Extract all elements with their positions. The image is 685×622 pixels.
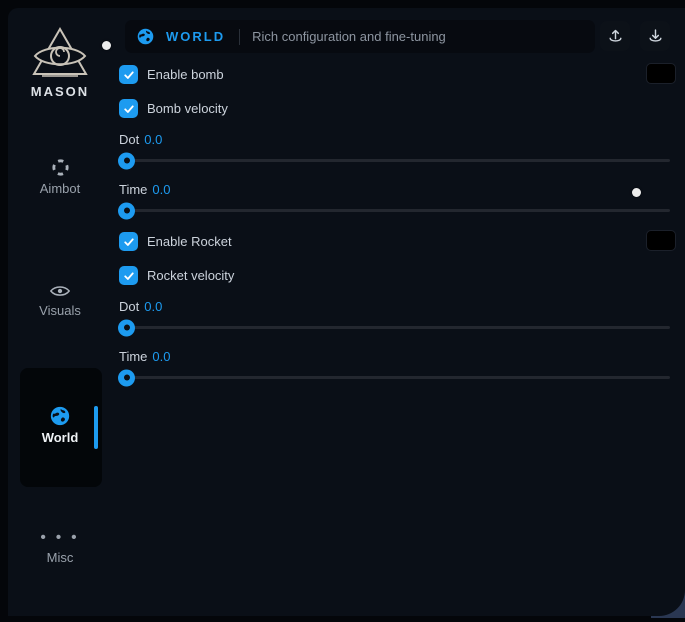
slider-row: Dot 0.0 — [119, 299, 676, 314]
upload-icon — [607, 28, 624, 45]
rocket-velocity-checkbox[interactable] — [119, 266, 138, 285]
slider-value: 0.0 — [144, 299, 162, 314]
slider-name: Time — [119, 349, 147, 364]
slider-name: Dot — [119, 132, 139, 147]
menu-panel: MASON Aimbot Visuals World — [8, 8, 685, 616]
globe-icon — [50, 406, 70, 426]
download-config-button[interactable] — [640, 21, 670, 51]
sidebar-item-label: Misc — [8, 550, 112, 565]
cursor-dot — [632, 188, 641, 197]
slider-name: Dot — [119, 299, 139, 314]
checkbox-label: Rocket velocity — [147, 268, 234, 283]
enable-rocket-checkbox[interactable] — [119, 232, 138, 251]
slider-label: Dot 0.0 — [119, 299, 676, 314]
section-header: WORLD Rich configuration and fine-tuning — [125, 20, 595, 53]
app-window: MASON Aimbot Visuals World — [0, 0, 685, 622]
slider-handle[interactable] — [118, 319, 135, 336]
slider-row: Dot 0.0 — [119, 132, 676, 147]
checkbox-row: Rocket velocity — [119, 266, 676, 285]
slider-value: 0.0 — [144, 132, 162, 147]
globe-icon — [137, 28, 154, 45]
sidebar-item-label: Visuals — [8, 303, 112, 318]
brand-name: MASON — [8, 84, 112, 99]
slider-name: Time — [119, 182, 147, 197]
cursor-dot — [102, 41, 111, 50]
sidebar-item-label: Aimbot — [8, 181, 112, 196]
checkbox-row: Enable bomb — [119, 65, 676, 84]
enable-bomb-checkbox[interactable] — [119, 65, 138, 84]
slider-value: 0.0 — [152, 349, 170, 364]
slider-label: Time 0.0 — [119, 182, 676, 197]
check-icon — [123, 236, 135, 248]
section-title: WORLD — [166, 29, 225, 44]
sidebar-item-aimbot[interactable]: Aimbot — [8, 158, 112, 196]
slider-handle[interactable] — [118, 202, 135, 219]
masonic-eye-triangle-icon — [30, 26, 90, 80]
rocket-color-swatch[interactable] — [646, 230, 676, 251]
header-divider — [239, 29, 240, 45]
check-icon — [123, 103, 135, 115]
sidebar-item-world[interactable]: World — [8, 406, 112, 445]
slider-row: Time 0.0 — [119, 349, 676, 364]
checkbox-label: Enable Rocket — [147, 234, 232, 249]
bomb-dot-slider-track[interactable] — [119, 159, 670, 162]
bomb-velocity-checkbox[interactable] — [119, 99, 138, 118]
eye-icon — [50, 283, 70, 299]
ellipsis-icon: • • • — [8, 533, 112, 543]
slider-label: Dot 0.0 — [119, 132, 676, 147]
slider-handle[interactable] — [118, 152, 135, 169]
rocket-dot-slider-track[interactable] — [119, 326, 670, 329]
checkbox-row: Bomb velocity — [119, 99, 676, 118]
sidebar-item-label: World — [8, 430, 112, 445]
slider-label: Time 0.0 — [119, 349, 676, 364]
checkbox-label: Enable bomb — [147, 67, 224, 82]
sidebar-item-visuals[interactable]: Visuals — [8, 283, 112, 318]
section-subtitle: Rich configuration and fine-tuning — [252, 29, 446, 44]
check-icon — [123, 270, 135, 282]
crosshair-icon — [51, 158, 70, 177]
slider-handle[interactable] — [118, 369, 135, 386]
sidebar-item-misc[interactable]: • • • Misc — [8, 533, 112, 565]
checkbox-label: Bomb velocity — [147, 101, 228, 116]
slider-row: Time 0.0 — [119, 182, 676, 197]
bomb-time-slider-track[interactable] — [119, 209, 670, 212]
download-icon — [647, 28, 664, 45]
slider-value: 0.0 — [152, 182, 170, 197]
upload-config-button[interactable] — [600, 21, 630, 51]
bomb-color-swatch[interactable] — [646, 63, 676, 84]
check-icon — [123, 69, 135, 81]
rocket-time-slider-track[interactable] — [119, 376, 670, 379]
checkbox-row: Enable Rocket — [119, 232, 676, 251]
